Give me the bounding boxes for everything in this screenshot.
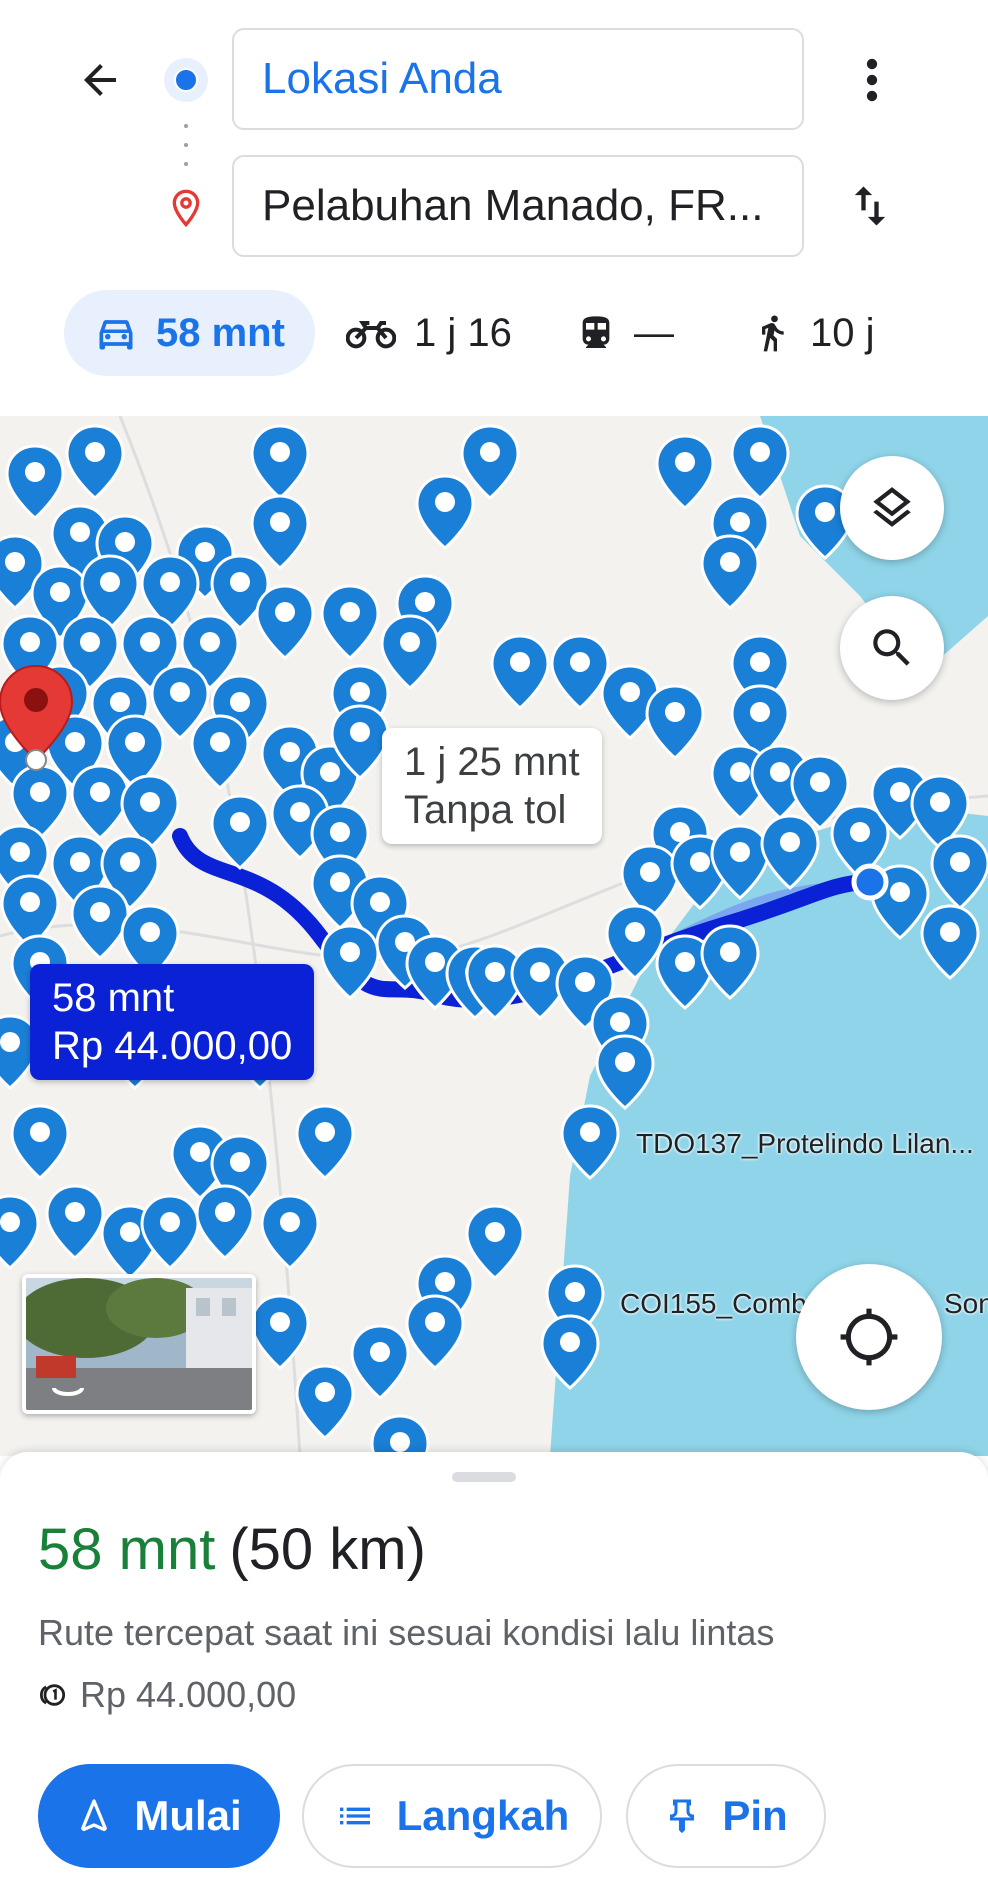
tab-transit-label: — bbox=[634, 310, 674, 355]
travel-mode-tabs: 58 mnt 1 j 16 — 10 j bbox=[0, 290, 988, 376]
tab-motorcycle-label: 1 j 16 bbox=[414, 310, 512, 355]
tab-walk[interactable]: 10 j bbox=[752, 290, 875, 376]
start-navigation-button[interactable]: Mulai bbox=[38, 1764, 280, 1868]
steps-button-label: Langkah bbox=[396, 1792, 570, 1839]
map-label-tower2-tail: Son bbox=[944, 1288, 988, 1319]
toll-info: Rp 44.000,00 bbox=[38, 1674, 296, 1716]
route-connector-dots bbox=[184, 124, 188, 166]
map-label-tower1: TDO137_Protelindo Lilan... bbox=[636, 1128, 974, 1159]
swap-vert-icon bbox=[854, 186, 886, 226]
route-summary: 58 mnt (50 km) bbox=[38, 1516, 426, 1583]
alt-route-note: Tanpa tol bbox=[404, 788, 567, 832]
swap-locations-button[interactable] bbox=[840, 176, 900, 236]
route-distance: (50 km) bbox=[229, 1517, 426, 1582]
arrow-back-icon bbox=[84, 64, 116, 96]
pin-button-label: Pin bbox=[722, 1792, 788, 1839]
directions-header: Lokasi Anda Pelabuhan Manado, FR... 58 m… bbox=[0, 0, 988, 416]
steps-button[interactable]: Langkah bbox=[302, 1764, 602, 1868]
route-details-sheet: 58 mnt (50 km) Rute tercepat saat ini ses… bbox=[0, 1452, 988, 1879]
tab-car-label: 58 mnt bbox=[156, 310, 285, 355]
street-view-thumbnail[interactable] bbox=[22, 1274, 256, 1414]
pin-button[interactable]: Pin bbox=[626, 1764, 826, 1868]
list-icon bbox=[339, 1807, 370, 1825]
street-view-photo bbox=[26, 1278, 252, 1410]
alt-route-label[interactable]: 1 j 25 mnt Tanpa tol bbox=[382, 728, 602, 844]
back-button[interactable] bbox=[70, 50, 130, 110]
more-options-button[interactable] bbox=[852, 52, 892, 108]
tab-transit[interactable]: — bbox=[576, 290, 674, 376]
walk-icon bbox=[762, 315, 784, 352]
sheet-drag-handle[interactable] bbox=[452, 1472, 516, 1482]
tab-motorcycle[interactable]: 1 j 16 bbox=[346, 290, 512, 376]
navigation-arrow-icon bbox=[81, 1799, 108, 1832]
current-location-dot bbox=[851, 863, 889, 901]
pushpin-icon bbox=[670, 1799, 695, 1834]
layers-icon bbox=[873, 487, 911, 527]
train-icon bbox=[582, 316, 610, 348]
origin-input[interactable]: Lokasi Anda bbox=[232, 28, 804, 130]
main-route-duration: 58 mnt bbox=[52, 976, 175, 1020]
destination-pin-icon bbox=[172, 189, 200, 228]
tab-car[interactable]: 58 mnt bbox=[64, 290, 315, 376]
crosshair-icon bbox=[840, 1308, 898, 1366]
main-route-label[interactable]: 58 mnt Rp 44.000,00 bbox=[30, 964, 315, 1080]
map-label-tower2: COI155_Comb bbox=[620, 1288, 807, 1319]
car-icon bbox=[99, 320, 133, 350]
alt-route-duration: 1 j 25 mnt bbox=[404, 740, 580, 784]
search-icon bbox=[873, 629, 910, 666]
main-route-toll: Rp 44.000,00 bbox=[52, 1024, 293, 1068]
map-view[interactable]: 1 j 25 mnt Tanpa tol 58 mnt Rp 44.000,00… bbox=[0, 416, 988, 1456]
my-location-button[interactable] bbox=[796, 1264, 942, 1410]
destination-input[interactable]: Pelabuhan Manado, FR... bbox=[232, 155, 804, 257]
toll-amount: Rp 44.000,00 bbox=[80, 1674, 297, 1715]
origin-dot-icon bbox=[164, 58, 208, 102]
layers-button[interactable] bbox=[840, 456, 944, 560]
route-description: Rute tercepat saat ini sesuai kondisi la… bbox=[38, 1612, 775, 1653]
tab-walk-label: 10 j bbox=[810, 310, 875, 355]
start-button-label: Mulai bbox=[134, 1792, 242, 1839]
toll-icon bbox=[39, 1684, 66, 1706]
motorcycle-icon bbox=[346, 321, 396, 349]
route-duration: 58 mnt bbox=[38, 1517, 216, 1582]
more-vert-icon bbox=[866, 58, 878, 102]
map-search-button[interactable] bbox=[840, 596, 944, 700]
